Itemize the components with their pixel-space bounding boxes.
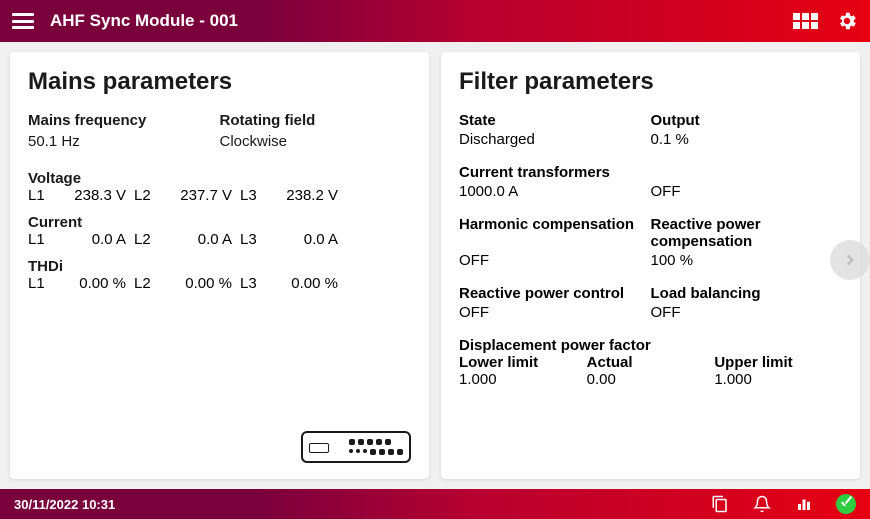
gear-icon[interactable] [836,10,858,32]
ct-status: OFF [651,183,843,200]
menu-icon[interactable] [12,13,34,29]
reactive-ctrl-value: OFF [459,304,651,321]
dpf-lower-value: 1.000 [459,371,587,388]
voltage-label: Voltage [28,170,411,187]
thdi-l3: 0.00 % [272,275,346,292]
voltage-l1: 238.3 V [60,187,134,204]
voltage-l3: 238.2 V [272,187,346,204]
load-bal-value: OFF [651,304,843,321]
app-title: AHF Sync Module - 001 [50,11,793,31]
ct-label: Current transformers [459,164,842,181]
current-row: L10.0 A L20.0 A L30.0 A [28,231,411,248]
thdi-label: THDi [28,258,411,275]
device-icon [301,431,411,463]
state-label: State [459,112,651,129]
harmonic-value: OFF [459,252,651,269]
footer-bar: 30/11/2022 10:31 [0,489,870,519]
thdi-l2: 0.00 % [166,275,240,292]
copy-icon[interactable] [710,494,730,514]
rotating-field-value: Clockwise [220,133,412,150]
reactive-comp-value: 100 % [651,252,843,269]
app-header: AHF Sync Module - 001 [0,0,870,42]
harmonic-label: Harmonic compensation [459,216,651,250]
current-label: Current [28,214,411,231]
header-actions [793,10,858,32]
dpf-grid: Lower limit Actual Upper limit 1.000 0.0… [459,354,842,388]
voltage-row: L1238.3 V L2237.7 V L3238.2 V [28,187,411,204]
next-page-button[interactable] [830,240,870,280]
current-l3: 0.0 A [272,231,346,248]
footer-timestamp: 30/11/2022 10:31 [14,497,115,512]
mains-frequency-label: Mains frequency [28,112,220,129]
voltage-l2: 237.7 V [166,187,240,204]
current-l2: 0.0 A [166,231,240,248]
filter-title: Filter parameters [459,68,842,96]
load-bal-label: Load balancing [651,285,843,302]
output-label: Output [651,112,843,129]
mains-parameters-card: Mains parameters Mains frequency Rotatin… [10,52,429,479]
state-value: Discharged [459,131,651,148]
bar-chart-icon[interactable] [794,494,814,514]
dpf-actual-value: 0.00 [587,371,715,388]
output-value: 0.1 % [651,131,843,148]
mains-frequency-value: 50.1 Hz [28,133,220,150]
reactive-comp-label: Reactive power compensation [651,216,843,250]
dpf-actual-label: Actual [587,354,715,371]
reactive-ctrl-label: Reactive power control [459,285,651,302]
rotating-field-label: Rotating field [220,112,412,129]
thdi-l1: 0.00 % [60,275,134,292]
thdi-row: L10.00 % L20.00 % L30.00 % [28,275,411,292]
dpf-upper-value: 1.000 [714,371,842,388]
dpf-upper-label: Upper limit [714,354,842,371]
filter-parameters-card: Filter parameters State Output Discharge… [441,52,860,479]
ct-value: 1000.0 A [459,183,651,200]
mains-title: Mains parameters [28,68,411,96]
current-l1: 0.0 A [60,231,134,248]
bell-icon[interactable] [752,494,772,514]
dpf-label: Displacement power factor [459,337,842,354]
dpf-lower-label: Lower limit [459,354,587,371]
grid-icon[interactable] [793,13,818,29]
status-ok-icon[interactable] [836,494,856,514]
